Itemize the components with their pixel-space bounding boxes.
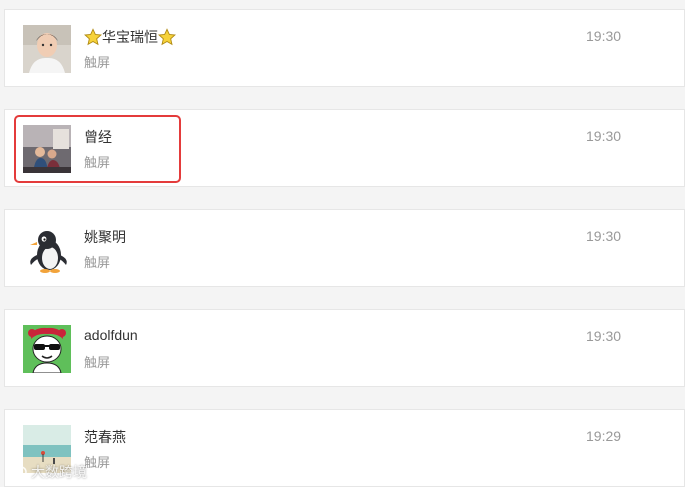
avatar xyxy=(23,225,71,273)
star-icon xyxy=(158,28,176,46)
contact-name: 曾经 xyxy=(84,129,112,145)
contact-time: 19:30 xyxy=(586,328,622,344)
contact-subtitle: 触屏 xyxy=(84,155,111,170)
contact-time: 19:30 xyxy=(586,228,622,244)
avatar xyxy=(23,125,71,173)
contact-name: adolfdun xyxy=(84,327,138,343)
contact-subtitle: 触屏 xyxy=(84,55,111,70)
contact-name: 范春燕 xyxy=(84,429,126,445)
contact-name: 姚聚明 xyxy=(84,229,126,245)
contact-row[interactable]: adolfdun 触屏 19:30 xyxy=(4,309,685,387)
watermark-text: 大数跨境 xyxy=(31,464,87,480)
avatar xyxy=(23,25,71,73)
contact-subtitle: 触屏 xyxy=(84,455,111,470)
contact-subtitle: 触屏 xyxy=(84,355,111,370)
star-icon xyxy=(84,28,102,46)
contact-row[interactable]: 姚聚明 触屏 19:30 xyxy=(4,209,685,287)
watermark-logo-icon xyxy=(6,466,27,478)
contact-name-text: 华宝瑞恒 xyxy=(102,29,158,45)
contact-row[interactable]: 华宝瑞恒 触屏 19:30 xyxy=(4,9,685,87)
contact-row[interactable]: 范春燕 触屏 19:29 xyxy=(4,409,685,487)
contact-time: 19:29 xyxy=(586,428,622,444)
contact-subtitle: 触屏 xyxy=(84,255,111,270)
contact-name: 华宝瑞恒 xyxy=(84,27,176,47)
contact-time: 19:30 xyxy=(586,28,622,44)
contact-list: 华宝瑞恒 触屏 19:30 曾经 触屏 19:30 姚聚明 触屏 19:30 a… xyxy=(0,0,685,487)
contact-row[interactable]: 曾经 触屏 19:30 xyxy=(4,109,685,187)
contact-time: 19:30 xyxy=(586,128,622,144)
watermark: 大数跨境 xyxy=(6,462,87,482)
avatar xyxy=(23,325,71,373)
